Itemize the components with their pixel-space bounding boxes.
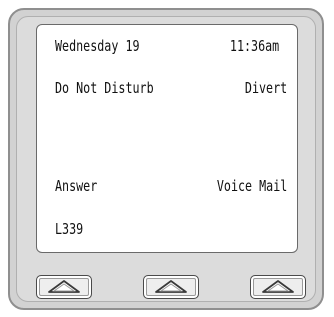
voice-mail-softkey-label: Voice Mail (216, 177, 287, 195)
do-not-disturb-option[interactable]: Do Not Disturb (55, 79, 154, 97)
divert-option[interactable]: Divert (245, 79, 287, 97)
date-label: Wednesday 19 (55, 37, 140, 55)
softkey-right-button[interactable] (250, 275, 306, 299)
chevron-up-icon (48, 280, 80, 293)
answer-softkey-label: Answer (55, 177, 98, 195)
lcd-display: Wednesday 19 11:36am Do Not Disturb Dive… (36, 24, 298, 253)
softkey-middle-button[interactable] (143, 275, 199, 299)
line-number-label: L339 (55, 220, 84, 238)
chevron-up-icon (262, 280, 294, 293)
chevron-up-icon (155, 280, 187, 293)
time-label: 11:36am (229, 37, 279, 55)
softkey-left-button[interactable] (36, 275, 92, 299)
